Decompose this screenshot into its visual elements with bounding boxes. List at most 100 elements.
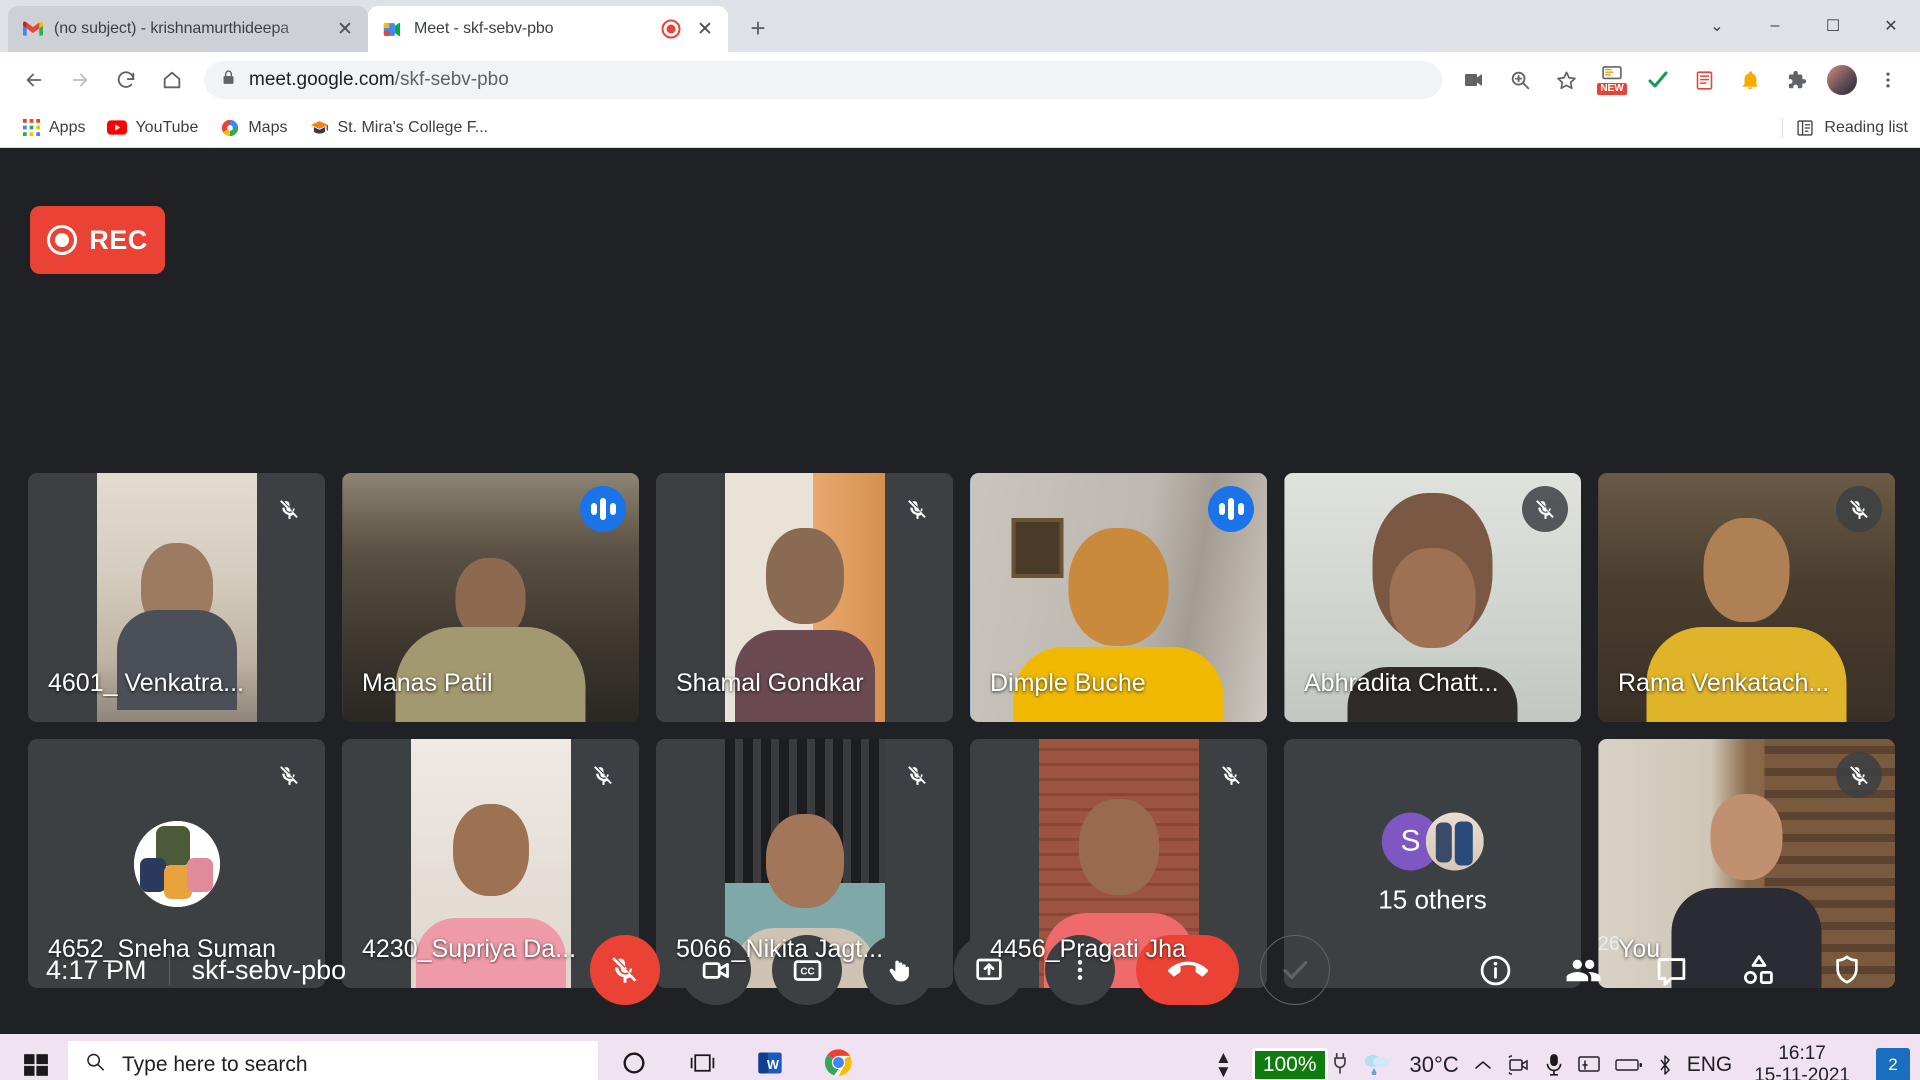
clock-time: 16:17 [1754,1043,1850,1065]
participant-name: 5066_Nikita Jagt... [676,935,943,964]
bell-icon[interactable] [1728,58,1772,102]
google-maps-icon [220,118,240,138]
bookmark-apps[interactable]: Apps [12,113,94,143]
participant-tile[interactable]: 4652_Sneha Suman [28,739,325,988]
browser-tab-gmail[interactable]: (no subject) - krishnamurthideepa ✕ [8,6,368,52]
clock-date: 15-11-2021 [1754,1065,1850,1080]
participant-tile[interactable]: Manas Patil [342,473,639,722]
language-indicator[interactable]: ENG [1687,1053,1733,1077]
address-bar[interactable]: meet.google.com/skf-sebv-pbo [204,61,1442,99]
taskbar-word[interactable]: W [738,1037,802,1080]
participant-tile[interactable]: Abhradita Chatt... [1284,473,1581,722]
screen-icon[interactable] [1577,1055,1601,1075]
padlock-icon [220,69,237,91]
system-tray: ▲▼ 100% 30°C [1215,1043,1914,1080]
minimize-button[interactable]: – [1746,0,1804,52]
participant-tile[interactable]: Shamal Gondkar [656,473,953,722]
recording-label: REC [89,225,148,256]
new-badge-label: NEW [1597,83,1626,95]
language-label: ENG [1687,1053,1733,1077]
tab-recording-indicator-icon[interactable] [658,16,684,42]
tab-search-chevron-icon[interactable]: ⌄ [1688,0,1746,52]
speaking-indicator-icon [1208,486,1254,532]
battery-icon[interactable] [1615,1057,1643,1073]
window-controls: ⌄ – ☐ ✕ [1688,0,1920,52]
show-hidden-icons-icon[interactable] [1473,1058,1493,1072]
reading-list-label: Reading list [1824,119,1908,137]
participant-tile[interactable]: 4601_ Venkatra... [28,473,325,722]
participant-name: You [1618,935,1885,964]
extensions-puzzle-icon[interactable] [1774,58,1818,102]
bookmark-maps[interactable]: Maps [211,113,296,143]
reader-icon[interactable] [1682,58,1726,102]
mic-off-icon [1522,486,1568,532]
zoom-search-icon[interactable] [1498,58,1542,102]
participant-tile[interactable]: 5066_Nikita Jagt... [656,739,953,988]
browser-tab-meet[interactable]: Meet - skf-sebv-pbo ✕ [368,6,728,52]
apps-grid-icon [21,118,41,138]
reading-list-icon [1795,118,1815,138]
participant-name: 4230_Supriya Da... [362,935,629,964]
bluetooth-icon[interactable] [1657,1054,1673,1076]
windows-logo-icon[interactable] [8,1037,64,1080]
close-icon[interactable]: ✕ [334,18,356,40]
mic-off-icon [1208,752,1254,798]
windows-taskbar: Type here to search W [0,1034,1920,1080]
notification-center-button[interactable]: 2 [1876,1048,1910,1080]
taskbar-chrome[interactable] [806,1037,870,1080]
participant-tile-active-speaker[interactable]: Dimple Buche [970,473,1267,722]
chrome-menu-icon[interactable] [1866,58,1910,102]
taskbar-cortana[interactable] [602,1037,666,1080]
recording-badge[interactable]: REC [30,206,165,274]
close-window-button[interactable]: ✕ [1862,0,1920,52]
weather-widget[interactable]: 30°C [1362,1051,1459,1080]
bookmark-label: Apps [49,119,85,137]
taskbar-task-view[interactable] [670,1037,734,1080]
cortana-circle-icon [621,1050,647,1080]
browser-toolbar: meet.google.com/skf-sebv-pbo NEW [0,52,1920,108]
rain-cloud-icon [1362,1051,1392,1080]
scroll-arrows-icon[interactable]: ▲▼ [1215,1051,1238,1080]
battery-status[interactable]: 100% [1252,1048,1348,1080]
bookmarks-bar: Apps YouTube Maps S [0,108,1920,148]
participant-name: 4652_Sneha Suman [48,935,315,964]
back-icon[interactable] [12,58,56,102]
bookmark-star-icon[interactable] [1544,58,1588,102]
reading-list-button[interactable]: Reading list [1782,118,1908,138]
microphone-icon[interactable] [1545,1053,1563,1077]
checkmark-button[interactable] [1260,935,1330,1005]
participant-tile[interactable]: Rama Venkatach... [1598,473,1895,722]
webcam-icon[interactable] [1507,1054,1531,1076]
participant-name: Manas Patil [362,669,629,698]
close-icon[interactable]: ✕ [694,18,716,40]
url-path: /skf-sebv-pbo [395,69,509,90]
participant-tile[interactable]: 4230_Supriya Da... [342,739,639,988]
new-tab-button[interactable]: + [738,8,778,48]
new-badge-icon[interactable]: NEW [1590,58,1634,102]
clock[interactable]: 16:17 15-11-2021 [1746,1043,1858,1080]
bookmark-label: Maps [248,119,287,137]
green-check-icon[interactable] [1636,58,1680,102]
mic-off-icon [266,752,312,798]
participant-count-badge: 26 [1598,933,1620,956]
camera-record-icon[interactable] [1452,58,1496,102]
chrome-icon [824,1048,853,1080]
participant-tile[interactable]: 4456_Pragati Jha [970,739,1267,988]
show-everyone-button[interactable]: 26 [1558,945,1608,995]
reload-icon[interactable] [104,58,148,102]
search-input[interactable]: Type here to search [68,1041,598,1080]
search-magnifier-icon [84,1051,106,1079]
meeting-details-button[interactable] [1470,945,1520,995]
profile-avatar-icon[interactable] [1820,58,1864,102]
maximize-button[interactable]: ☐ [1804,0,1862,52]
participant-tile-self[interactable]: You [1598,739,1895,988]
forward-icon[interactable] [58,58,102,102]
task-view-icon [689,1051,716,1080]
battery-percent-label: 100% [1252,1048,1328,1080]
bookmark-label: YouTube [135,119,198,137]
word-icon: W [756,1049,784,1080]
bookmark-youtube[interactable]: YouTube [98,113,207,143]
bookmark-st-miras-college[interactable]: St. Mira's College F... [300,113,497,143]
home-icon[interactable] [150,58,194,102]
tab-strip: (no subject) - krishnamurthideepa ✕ Meet… [0,0,1920,52]
